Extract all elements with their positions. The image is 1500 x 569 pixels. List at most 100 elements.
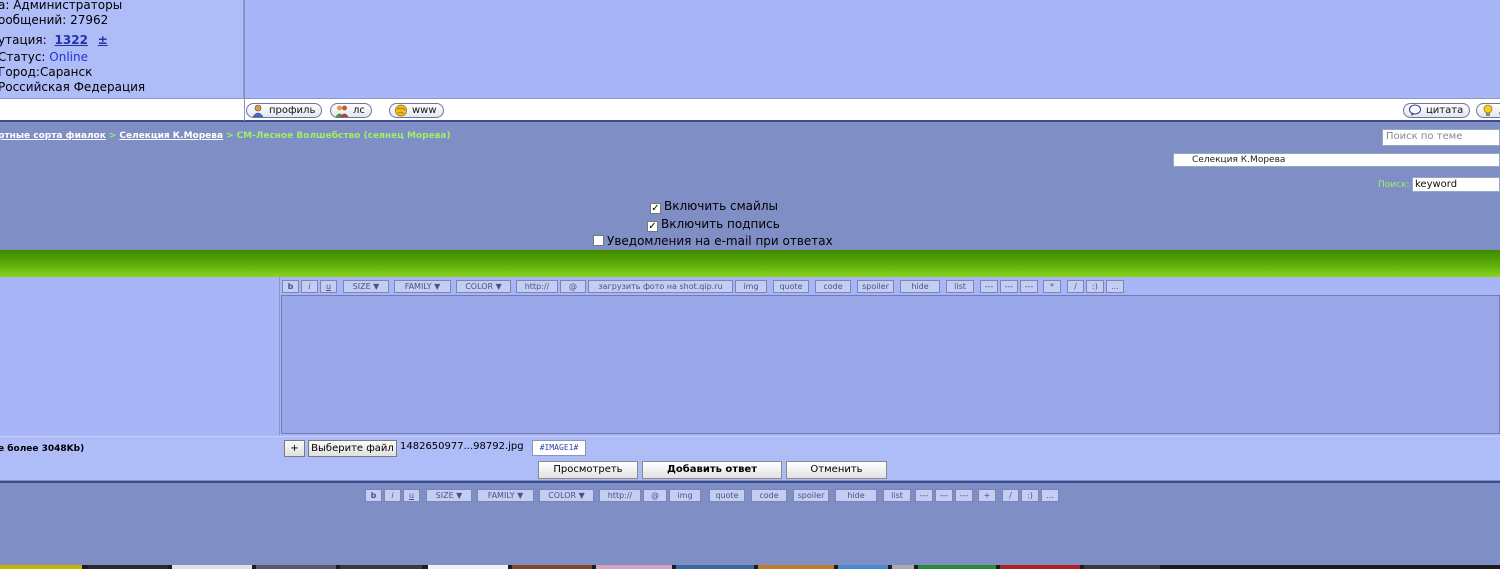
taskbar (0, 565, 1500, 569)
list-button[interactable]: list (946, 280, 974, 293)
smiley-button[interactable]: :) (1086, 280, 1104, 293)
font-size-select[interactable]: SIZE ▼ (343, 280, 389, 293)
add-attachment-button[interactable]: + (284, 440, 305, 457)
hide-button[interactable]: hide (835, 489, 877, 502)
profile-post-count: ообщений: 27962 (0, 13, 109, 27)
more-button[interactable]: д (1476, 103, 1500, 118)
image-tag-field[interactable]: #IMAGE1# (532, 440, 586, 456)
font-color-select[interactable]: COLOR ▼ (539, 489, 594, 502)
hr-button[interactable]: --- (1000, 280, 1018, 293)
taskbar-item[interactable] (918, 565, 996, 569)
reputation-vote-link[interactable]: ± (98, 33, 108, 47)
upload-photo-button[interactable]: загрузить фото на shot.qip.ru (588, 280, 733, 293)
taskbar-item[interactable] (88, 565, 168, 569)
signature-checkbox[interactable]: ✓ (647, 221, 658, 232)
breadcrumb-section-link[interactable]: Селекция К.Морева (119, 131, 223, 141)
font-family-select[interactable]: FAMILY ▼ (477, 489, 534, 502)
image-button[interactable]: img (669, 489, 701, 502)
submit-reply-button[interactable]: Добавить ответ (642, 461, 782, 479)
hide-button[interactable]: hide (900, 280, 940, 293)
quote-tag-button[interactable]: quote (773, 280, 809, 293)
font-size-select[interactable]: SIZE ▼ (426, 489, 472, 502)
taskbar-item[interactable] (512, 565, 592, 569)
spoiler-button[interactable]: spoiler (793, 489, 829, 502)
taskbar-item[interactable] (172, 565, 252, 569)
font-family-select[interactable]: FAMILY ▼ (394, 280, 451, 293)
quote-tag-button[interactable]: quote (709, 489, 745, 502)
taskbar-item[interactable] (838, 565, 888, 569)
attachment-size-limit: е более 3048Kb) (0, 444, 85, 454)
smiles-checkbox[interactable]: ✓ (650, 203, 661, 214)
reply-form-header: ртные сорта фиалок > Селекция К.Морева > СМ-… (0, 124, 1500, 250)
status-label: Статус: (0, 50, 46, 64)
breadcrumb-forum-link[interactable]: ртные сорта фиалок (0, 131, 106, 141)
taskbar-item[interactable] (758, 565, 834, 569)
forum-select[interactable]: Селекция К.Морева (1173, 153, 1500, 167)
taskbar-item[interactable] (596, 565, 672, 569)
link-button[interactable]: http:// (599, 489, 641, 502)
reputation-link[interactable]: 1322 (55, 33, 88, 47)
globe-icon (395, 104, 407, 117)
taskbar-item[interactable] (0, 565, 82, 569)
hr-button[interactable]: --- (955, 489, 973, 502)
option-email-notify[interactable]: Уведомления на e-mail при ответах (593, 234, 833, 248)
option-smiles[interactable]: ✓ Включить смайлы (650, 199, 778, 214)
email-link-button[interactable]: @ (643, 489, 667, 502)
email-notify-label: Уведомления на e-mail при ответах (607, 234, 833, 248)
list-item-button[interactable]: + (978, 489, 996, 502)
list-button[interactable]: list (883, 489, 911, 502)
taskbar-item[interactable] (1000, 565, 1080, 569)
code-button[interactable]: code (815, 280, 851, 293)
taskbar-item[interactable] (1084, 565, 1160, 569)
slash-button[interactable]: / (1002, 489, 1019, 502)
website-button[interactable]: www (389, 103, 444, 118)
underline-button[interactable]: u (403, 489, 420, 502)
submit-row: Просмотреть Добавить ответ Отменить (0, 460, 1500, 480)
hr-button[interactable]: --- (1020, 280, 1038, 293)
reply-textarea[interactable] (281, 295, 1500, 434)
email-link-button[interactable]: @ (560, 280, 586, 293)
bold-button[interactable]: b (365, 489, 382, 502)
quote-button[interactable]: цитата (1403, 103, 1471, 118)
cancel-button[interactable]: Отменить (786, 461, 887, 479)
bold-button[interactable]: b (282, 280, 299, 293)
breadcrumb-separator: > (226, 131, 234, 141)
topic-search-input[interactable]: Поиск по теме (1382, 129, 1500, 146)
slash-button[interactable]: / (1067, 280, 1084, 293)
speech-bubble-icon (1409, 104, 1421, 116)
taskbar-item[interactable] (428, 565, 508, 569)
image-button[interactable]: img (735, 280, 767, 293)
private-message-button[interactable]: лс (330, 103, 372, 118)
code-button[interactable]: code (751, 489, 787, 502)
quick-reply-area: b i u SIZE ▼ FAMILY ▼ COLOR ▼ http:// @ … (0, 481, 1500, 569)
link-button[interactable]: http:// (516, 280, 558, 293)
italic-button[interactable]: i (384, 489, 401, 502)
keyword-search-input[interactable]: keyword (1412, 177, 1500, 192)
option-signature[interactable]: ✓ Включить подпись (647, 217, 780, 232)
profile-button[interactable]: профиль (246, 103, 323, 118)
preview-button[interactable]: Просмотреть (538, 461, 638, 479)
user-icon (252, 104, 264, 117)
profile-group: а: Администраторы (0, 0, 123, 12)
editor-sidebar (0, 277, 280, 435)
more-smileys-button[interactable]: ... (1041, 489, 1059, 502)
attachment-row: е более 3048Kb) + Выберите файл 14826509… (0, 436, 1500, 460)
breadcrumb-separator: > (108, 131, 117, 141)
italic-button[interactable]: i (301, 280, 318, 293)
taskbar-item[interactable] (256, 565, 336, 569)
hr-button[interactable]: --- (915, 489, 933, 502)
taskbar-item[interactable] (892, 565, 914, 569)
font-color-select[interactable]: COLOR ▼ (456, 280, 511, 293)
choose-file-button[interactable]: Выберите файл (308, 440, 397, 457)
underline-button[interactable]: u (320, 280, 337, 293)
breadcrumb: ртные сорта фиалок > Селекция К.Морева > СМ-… (0, 131, 451, 141)
taskbar-item[interactable] (340, 565, 422, 569)
hr-button[interactable]: --- (935, 489, 953, 502)
more-smileys-button[interactable]: ... (1106, 280, 1124, 293)
taskbar-item[interactable] (676, 565, 754, 569)
smiley-button[interactable]: :) (1021, 489, 1039, 502)
spoiler-button[interactable]: spoiler (857, 280, 894, 293)
hr-button[interactable]: --- (980, 280, 998, 293)
email-notify-checkbox[interactable] (593, 235, 604, 246)
list-item-button[interactable]: * (1043, 280, 1061, 293)
